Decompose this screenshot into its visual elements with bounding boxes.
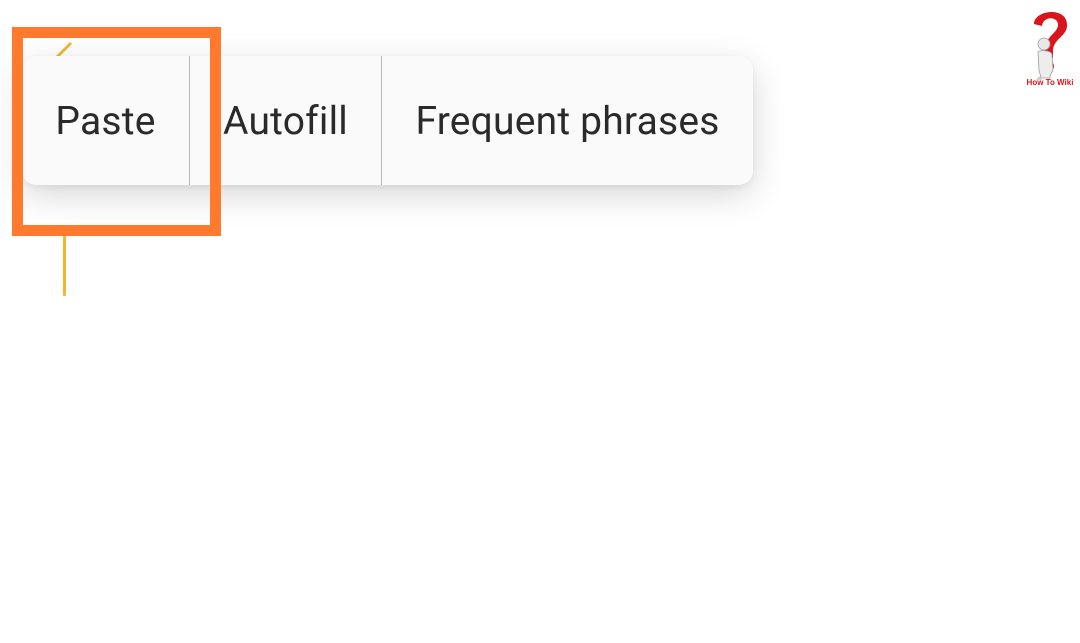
autofill-button[interactable]: Autofill xyxy=(190,56,381,185)
logo-text: How To Wiki xyxy=(1026,78,1074,87)
frequent-phrases-button[interactable]: Frequent phrases xyxy=(382,56,753,185)
text-cursor-line xyxy=(63,230,66,296)
paste-button[interactable]: Paste xyxy=(22,56,189,185)
text-selection-context-menu: Paste Autofill Frequent phrases xyxy=(22,56,753,185)
